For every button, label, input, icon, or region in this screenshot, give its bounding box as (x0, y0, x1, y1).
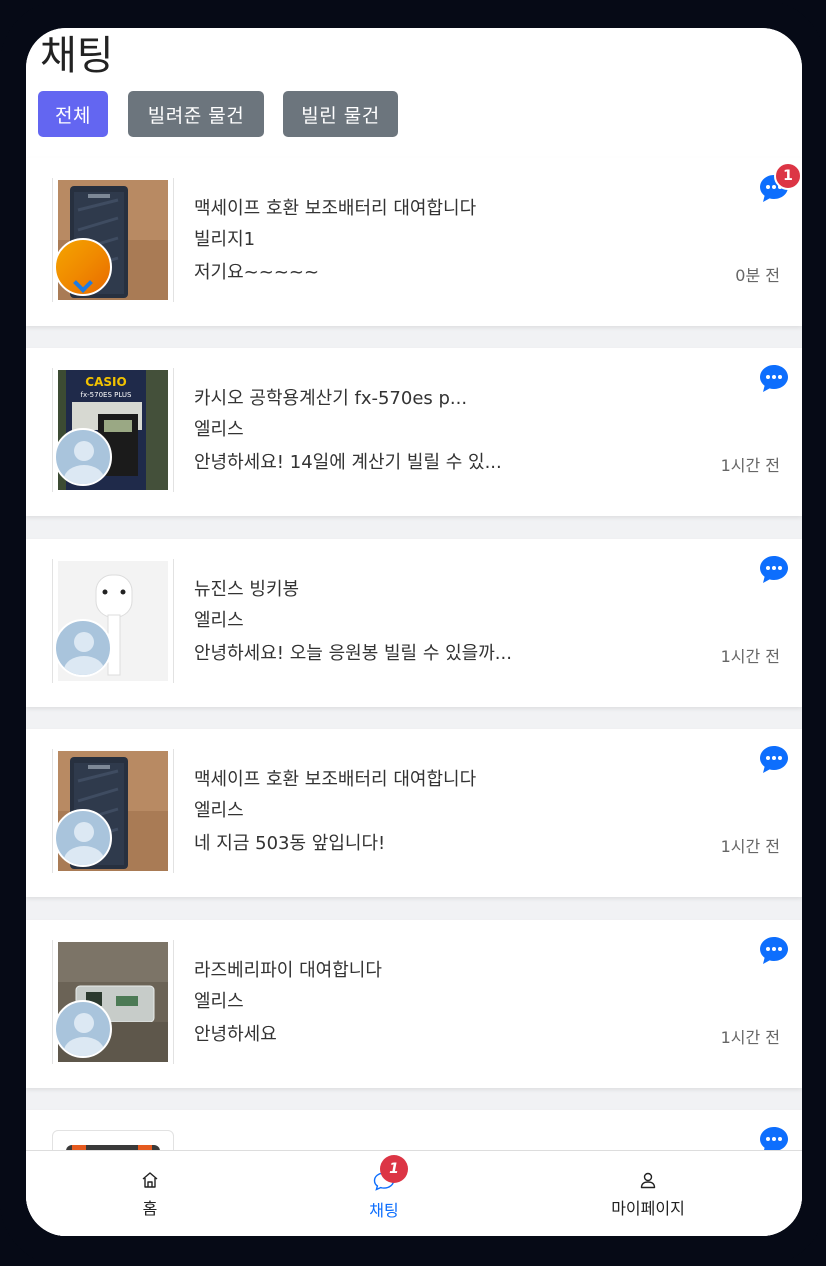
chat-bubble-icon (760, 937, 788, 964)
casio-model: fx-570ES PLUS (81, 391, 132, 399)
chat-bubble-icon (760, 365, 788, 392)
filter-lent-button[interactable]: 빌려준 물건 (128, 91, 264, 137)
message-time: 1시간 전 (720, 647, 780, 666)
last-message: 네 지금 503동 앞입니다! (194, 833, 386, 854)
avatar (54, 809, 112, 867)
avatar (54, 238, 112, 296)
device-frame: 채팅 전체 빌려준 물건 빌린 물건 맥세이프 호환 보조배터리 대여합니다 빌… (0, 0, 826, 1266)
item-title: 카시오 공학용계산기 fx-570es p... (194, 388, 468, 409)
chevron-down-icon (73, 273, 93, 293)
casio-brand: CASIO (85, 375, 126, 389)
item-title: 라즈베리파이 대여합니다 (194, 960, 382, 981)
last-message: 저기요~~~~~ (194, 262, 320, 283)
last-message: 안녕하세요! 14일에 계산기 빌릴 수 있... (194, 452, 502, 473)
last-message: 안녕하세요 (194, 1024, 277, 1045)
nav-chat[interactable]: 1 채팅 (334, 1151, 434, 1236)
avatar (54, 428, 112, 486)
filter-borrowed-button[interactable]: 빌린 물건 (283, 91, 398, 137)
page-title: 채팅 (40, 33, 114, 79)
nav-home-label: 홈 (142, 1199, 158, 1218)
avatar (54, 619, 112, 677)
chat-room-item[interactable]: 맥세이프 호환 보조배터리 대여합니다 빌리지1 저기요~~~~~ 0분 전 1 (26, 158, 802, 326)
last-message: 안녕하세요! 오늘 응원봉 빌릴 수 있을까... (194, 643, 512, 664)
app-screen: 채팅 전체 빌려준 물건 빌린 물건 맥세이프 호환 보조배터리 대여합니다 빌… (26, 28, 802, 1236)
item-thumbnail (52, 178, 174, 302)
message-time: 0분 전 (735, 266, 780, 285)
item-title: 맥세이프 호환 보조배터리 대여합니다 (194, 769, 477, 790)
filter-all-button[interactable]: 전체 (38, 91, 108, 137)
item-thumbnail (52, 749, 174, 873)
item-title: 맥세이프 호환 보조배터리 대여합니다 (194, 198, 477, 219)
person-icon (640, 1172, 656, 1189)
chat-partner-name: 엘리스 (194, 610, 244, 631)
chat-bubble-icon (760, 746, 788, 773)
chat-partner-name: 빌리지1 (194, 229, 256, 250)
message-time: 1시간 전 (720, 837, 780, 856)
nav-chat-label: 채팅 (369, 1201, 399, 1220)
chat-room-item[interactable]: 뉴진스 빙키봉 엘리스 안녕하세요! 오늘 응원봉 빌릴 수 있을까... 1시… (26, 539, 802, 707)
chat-room-item[interactable]: CASIO fx-570ES PLUS 카시오 공학용계산기 fx-570es … (26, 348, 802, 516)
chat-room-item[interactable]: 라즈베리파이 대여합니다 엘리스 안녕하세요 1시간 전 (26, 920, 802, 1088)
chat-bubble-icon (760, 556, 788, 583)
item-thumbnail: CASIO fx-570ES PLUS (52, 368, 174, 492)
nav-home[interactable]: 홈 (100, 1151, 200, 1236)
message-time: 1시간 전 (720, 456, 780, 475)
nav-mypage-label: 마이페이지 (611, 1199, 685, 1218)
unread-badge: 1 (774, 162, 802, 190)
item-title: 뉴진스 빙키봉 (194, 579, 300, 600)
chat-partner-name: 엘리스 (194, 419, 244, 440)
message-time: 1시간 전 (720, 1028, 780, 1047)
home-icon (142, 1172, 158, 1188)
chat-header: 채팅 전체 빌려준 물건 빌린 물건 (26, 28, 802, 158)
item-thumbnail (52, 559, 174, 683)
chat-partner-name: 엘리스 (194, 800, 244, 821)
nav-mypage[interactable]: 마이페이지 (588, 1151, 708, 1236)
chat-partner-name: 엘리스 (194, 991, 244, 1012)
chat-room-item[interactable]: 맥세이프 호환 보조배터리 대여합니다 엘리스 네 지금 503동 앞입니다! … (26, 729, 802, 897)
bottom-nav: 홈 1 채팅 마이페이지 (26, 1150, 802, 1236)
item-thumbnail (52, 940, 174, 1064)
nav-unread-badge: 1 (380, 1155, 408, 1183)
avatar (54, 1000, 112, 1058)
